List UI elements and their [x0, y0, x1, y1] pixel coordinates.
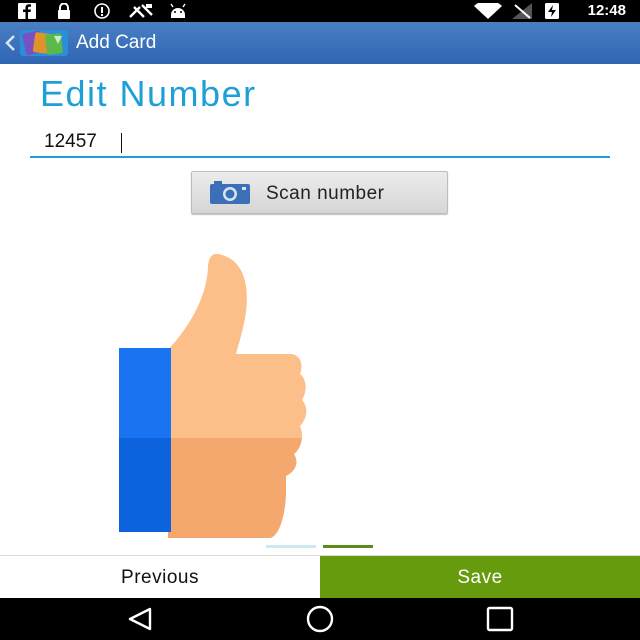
status-bar: 12:48 — [0, 0, 640, 22]
app-logo-icon[interactable] — [20, 28, 68, 58]
signal-icon — [512, 3, 532, 19]
info-icon — [94, 3, 110, 19]
screen: 12:48 Add Card Edit Number Scan number — [0, 0, 640, 640]
save-button[interactable]: Save — [320, 556, 640, 599]
battery-charging-icon — [545, 3, 559, 19]
status-time: 12:48 — [587, 2, 626, 19]
scan-number-label: Scan number — [266, 183, 385, 204]
bottom-button-bar: Previous Save — [0, 555, 640, 599]
back-icon[interactable] — [118, 604, 162, 634]
pager-indicator-2 — [323, 545, 373, 548]
app-icon — [129, 4, 153, 18]
up-caret-icon[interactable] — [4, 34, 16, 52]
camera-icon — [210, 181, 250, 204]
page-title: Edit Number — [40, 73, 257, 114]
wifi-icon — [474, 3, 502, 19]
lock-icon — [58, 3, 70, 19]
card-number-input[interactable] — [30, 128, 610, 158]
thumbs-up-illustration — [119, 253, 307, 538]
android-icon — [170, 3, 186, 18]
action-bar-title: Add Card — [76, 32, 157, 53]
pager-indicator-1 — [266, 545, 316, 548]
facebook-icon — [18, 3, 36, 19]
previous-button[interactable]: Previous — [0, 556, 320, 599]
text-cursor — [121, 133, 122, 153]
navigation-bar — [0, 598, 640, 640]
scan-number-button[interactable]: Scan number — [191, 171, 448, 214]
home-icon[interactable] — [298, 604, 342, 634]
recents-icon[interactable] — [478, 604, 522, 634]
action-bar: Add Card — [0, 22, 640, 64]
